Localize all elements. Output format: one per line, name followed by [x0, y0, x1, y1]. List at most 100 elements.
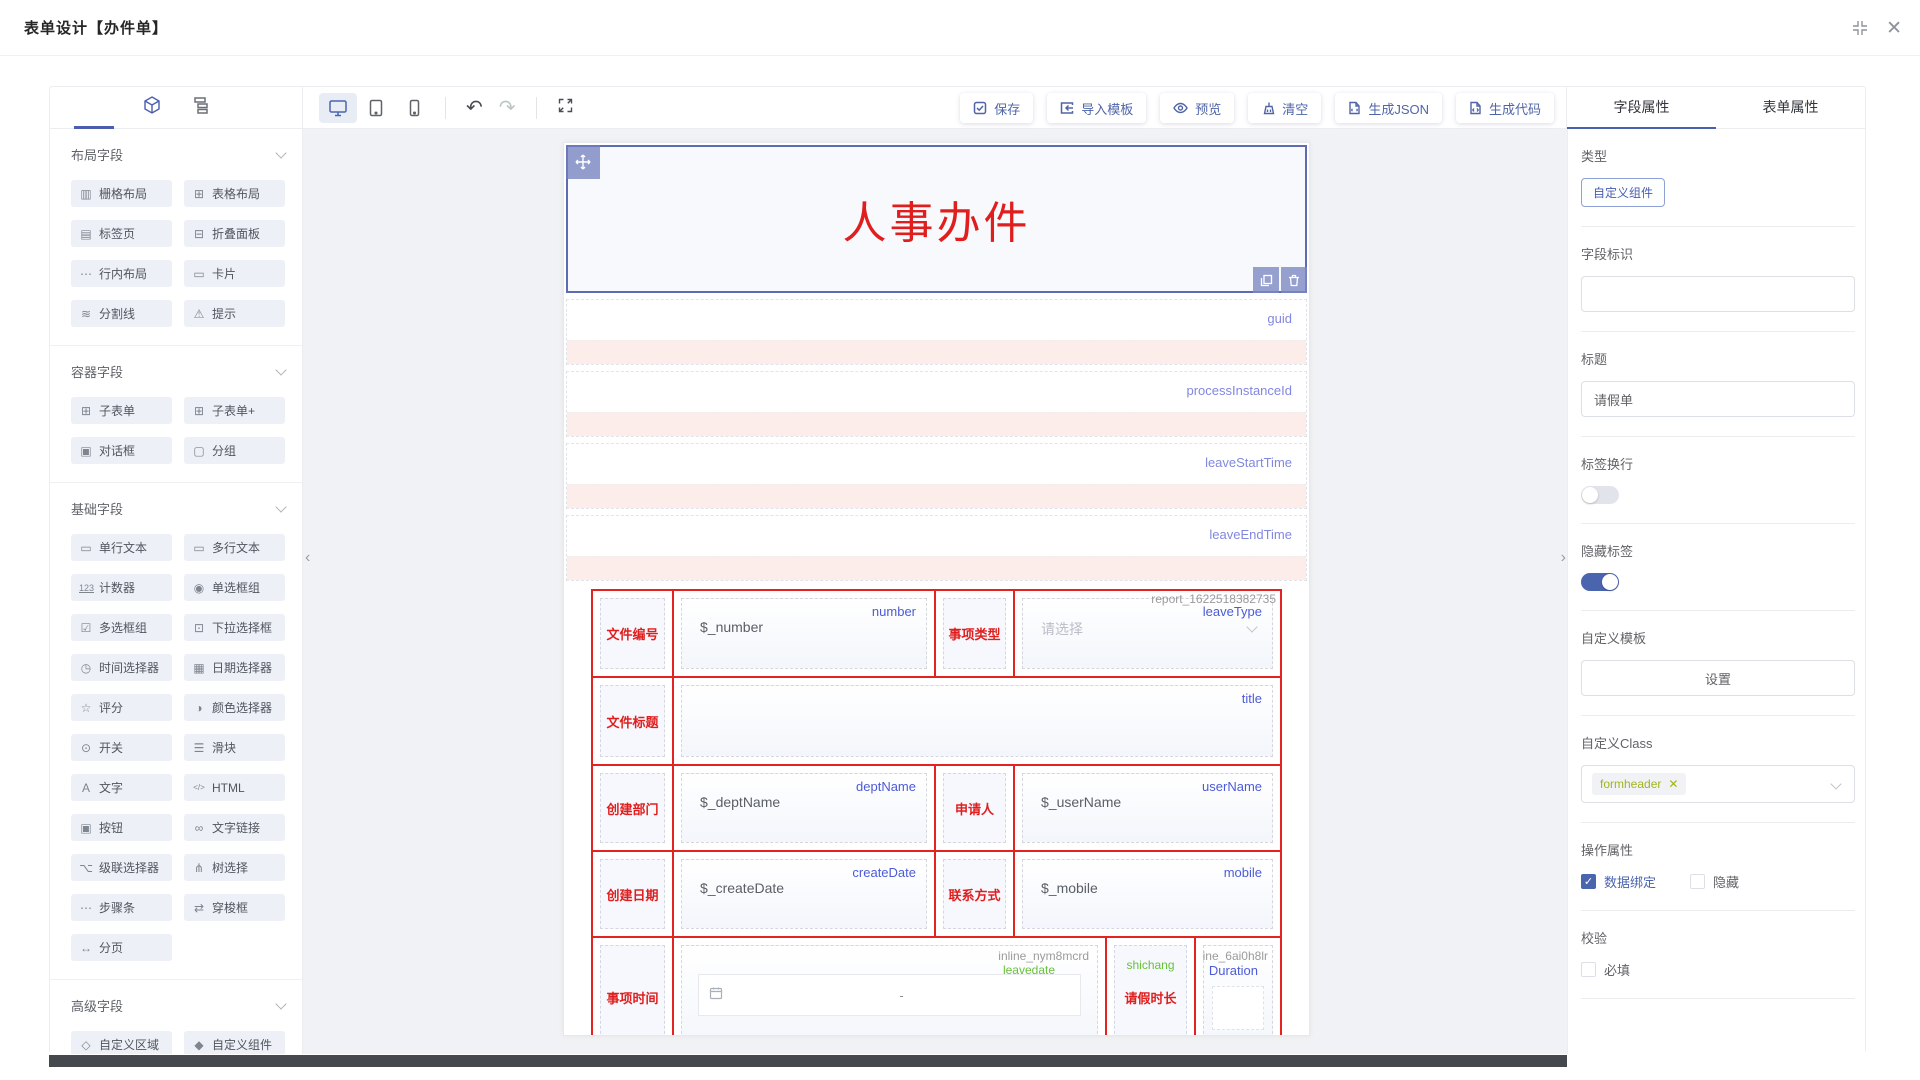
device-desktop-button[interactable]: [319, 93, 357, 123]
label-cell[interactable]: 文件编号: [593, 591, 672, 676]
label-cell[interactable]: 申请人: [934, 766, 1013, 850]
palette-item-counter[interactable]: 123计数器: [71, 574, 172, 601]
palette-item-time-picker[interactable]: ◷时间选择器: [71, 654, 172, 681]
hide-label-toggle[interactable]: [1581, 573, 1619, 591]
horizontal-scrollbar[interactable]: [49, 1055, 1567, 1067]
hidden-checkbox[interactable]: 隐藏: [1690, 872, 1739, 891]
palette-item-custom-area[interactable]: ◇自定义区域: [71, 1031, 172, 1054]
palette-item-radio-group[interactable]: ◉单选框组: [184, 574, 285, 601]
palette-item-slider[interactable]: ☰滑块: [184, 734, 285, 761]
palette-item-tree-select[interactable]: ⋔树选择: [184, 854, 285, 881]
hidden-field-process-instance-id[interactable]: processInstanceId: [566, 371, 1307, 437]
remove-tag-icon[interactable]: ✕: [1668, 777, 1678, 791]
palette-item-color-picker[interactable]: ◑颜色选择器: [184, 694, 285, 721]
palette-item-grid-layout[interactable]: ▥栅格布局: [71, 180, 172, 207]
label-cell[interactable]: 事项类型: [934, 591, 1013, 676]
palette-item-subform-plus[interactable]: ⊞子表单+: [184, 397, 285, 424]
copy-block-icon[interactable]: [1253, 267, 1279, 293]
redo-button[interactable]: ↷: [491, 95, 524, 120]
hidden-field-leave-end-time[interactable]: leaveEndTime: [566, 515, 1307, 581]
field-cell-duration[interactable]: ine_6ai0h8lr Duration: [1194, 938, 1280, 1036]
palette-item-table-layout[interactable]: ⊞表格布局: [184, 180, 285, 207]
palette-item-inline-layout[interactable]: ⋯行内布局: [71, 260, 172, 287]
palette-item-rate[interactable]: ☆评分: [71, 694, 172, 721]
card-icon: ▭: [192, 267, 206, 281]
section-header[interactable]: 布局字段: [71, 145, 285, 164]
palette-item-custom-component[interactable]: ◆自定义组件: [184, 1031, 285, 1054]
link-icon: ∞: [192, 821, 206, 835]
label-cell[interactable]: 创建部门: [593, 766, 672, 850]
clear-button[interactable]: 清空: [1248, 93, 1321, 123]
save-button[interactable]: 保存: [960, 93, 1033, 123]
tab-field-properties[interactable]: 字段属性: [1567, 87, 1716, 128]
field-cell-create-date[interactable]: $_createDate createDate: [672, 852, 934, 936]
report-table[interactable]: report_1622518382735 文件编号 $_number numbe…: [591, 589, 1282, 1036]
device-tablet-button[interactable]: [357, 93, 395, 123]
palette-item-collapse-panel[interactable]: ⊟折叠面板: [184, 220, 285, 247]
field-cell-user-name[interactable]: $_userName userName: [1013, 766, 1280, 850]
palette-item-divider[interactable]: ≋分割线: [71, 300, 172, 327]
field-cell-leave-date-range[interactable]: inline_nym8mcrd leavedate -: [672, 938, 1105, 1036]
section-header[interactable]: 高级字段: [71, 996, 285, 1015]
undo-button[interactable]: ↶: [458, 95, 491, 120]
device-phone-button[interactable]: [395, 93, 433, 123]
palette-item-steps[interactable]: ⋯步骤条: [71, 894, 172, 921]
move-handle-icon[interactable]: [566, 145, 600, 179]
palette-item-tabs[interactable]: ▤标签页: [71, 220, 172, 247]
palette-item-dialog[interactable]: ▣对话框: [71, 437, 172, 464]
field-id-input[interactable]: [1581, 276, 1855, 312]
duration-input[interactable]: [1212, 986, 1264, 1030]
collapse-right-panel-handle[interactable]: ›: [1561, 549, 1566, 567]
generate-code-button[interactable]: 生成代码: [1456, 93, 1554, 123]
palette-item-text[interactable]: A文字: [71, 774, 172, 801]
palette-item-group[interactable]: ▢分组: [184, 437, 285, 464]
palette-item-pagination[interactable]: ↔分页: [71, 934, 172, 961]
palette-item-checkbox-group[interactable]: ☑多选框组: [71, 614, 172, 641]
form-header-block-selected[interactable]: 人事办件: [566, 145, 1307, 293]
palette-item-multi-line-text[interactable]: ▭多行文本: [184, 534, 285, 561]
palette-item-alert[interactable]: ⚠提示: [184, 300, 285, 327]
hidden-field-guid[interactable]: guid: [566, 299, 1307, 365]
label-cell[interactable]: 文件标题: [593, 678, 672, 764]
field-cell-mobile[interactable]: $_mobile mobile: [1013, 852, 1280, 936]
section-header[interactable]: 容器字段: [71, 362, 285, 381]
title-input[interactable]: 请假单: [1581, 381, 1855, 417]
label-cell[interactable]: 联系方式: [934, 852, 1013, 936]
palette-item-subform[interactable]: ⊞子表单: [71, 397, 172, 424]
palette-item-single-line-text[interactable]: ▭单行文本: [71, 534, 172, 561]
palette-item-select[interactable]: ⊡下拉选择框: [184, 614, 285, 641]
field-cell-number[interactable]: $_number number: [672, 591, 934, 676]
compress-icon[interactable]: [1852, 20, 1868, 36]
label-cell[interactable]: 创建日期: [593, 852, 672, 936]
hidden-field-leave-start-time[interactable]: leaveStartTime: [566, 443, 1307, 509]
fullscreen-icon[interactable]: [549, 97, 582, 119]
palette-item-button[interactable]: ▣按钮: [71, 814, 172, 841]
generate-json-button[interactable]: 生成JSON: [1335, 93, 1442, 123]
palette-item-transfer[interactable]: ⇄穿梭框: [184, 894, 285, 921]
date-range-input[interactable]: -: [698, 974, 1081, 1016]
palette-item-cascader[interactable]: ⌥级联选择器: [71, 854, 172, 881]
template-settings-button[interactable]: 设置: [1581, 660, 1855, 696]
field-cell-title[interactable]: title: [672, 678, 1280, 764]
outline-tab-icon[interactable]: [190, 95, 210, 120]
label-cell[interactable]: 事项时间: [593, 938, 672, 1036]
label-wrap-toggle[interactable]: [1581, 486, 1619, 504]
import-template-button[interactable]: 导入模板: [1047, 93, 1146, 123]
data-binding-checkbox[interactable]: ✓ 数据绑定: [1581, 872, 1656, 891]
close-icon[interactable]: ✕: [1886, 19, 1902, 38]
palette-item-switch[interactable]: ⊙开关: [71, 734, 172, 761]
preview-button[interactable]: 预览: [1160, 93, 1234, 123]
palette-item-text-link[interactable]: ∞文字链接: [184, 814, 285, 841]
components-tab-icon[interactable]: [142, 95, 162, 120]
palette-item-html[interactable]: </>HTML: [184, 774, 285, 801]
collapse-left-panel-handle[interactable]: ‹: [305, 549, 310, 567]
custom-class-select[interactable]: formheader ✕: [1581, 765, 1855, 803]
delete-block-icon[interactable]: [1281, 267, 1307, 293]
label-cell-duration[interactable]: shichang 请假时长: [1105, 938, 1194, 1036]
palette-item-date-picker[interactable]: ▦日期选择器: [184, 654, 285, 681]
field-cell-dept-name[interactable]: $_deptName deptName: [672, 766, 934, 850]
palette-item-card[interactable]: ▭卡片: [184, 260, 285, 287]
tab-form-properties[interactable]: 表单属性: [1716, 87, 1865, 128]
required-checkbox[interactable]: 必填: [1581, 960, 1855, 979]
section-header[interactable]: 基础字段: [71, 499, 285, 518]
